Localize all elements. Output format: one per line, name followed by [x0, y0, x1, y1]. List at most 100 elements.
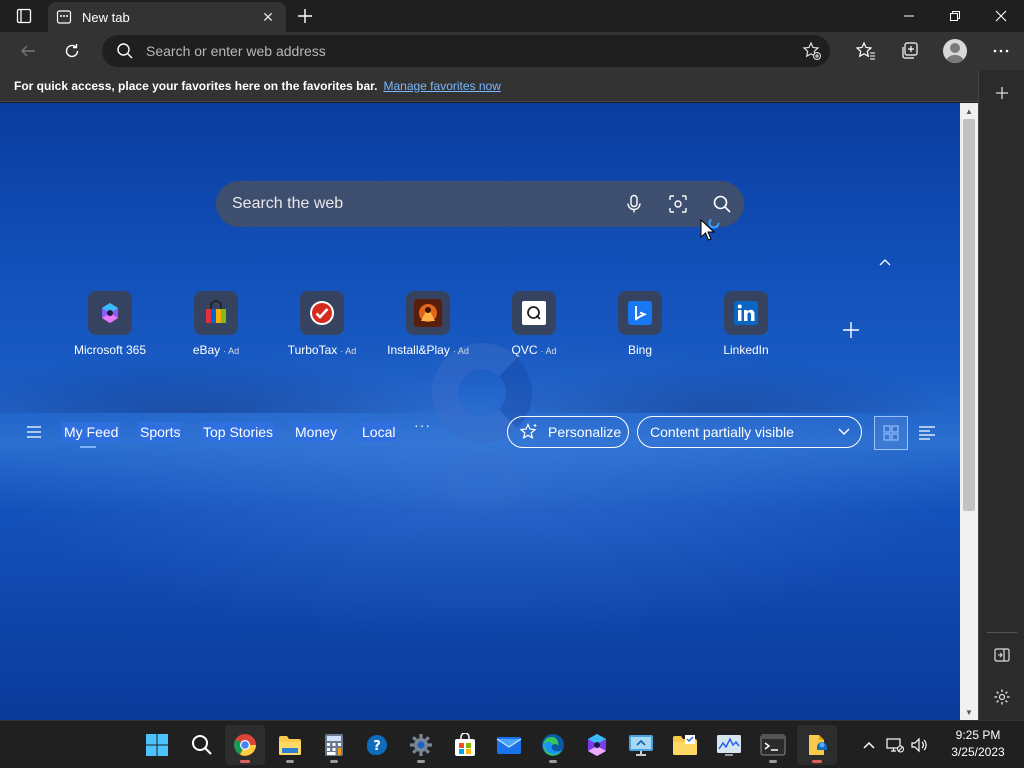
sidebar-add-button[interactable]	[987, 78, 1017, 108]
back-button[interactable]	[10, 35, 46, 67]
sidebar-divider	[987, 632, 1017, 633]
folder-icon	[279, 736, 301, 755]
tab-close-icon[interactable]: ✕	[258, 7, 278, 27]
grid-icon	[883, 425, 899, 441]
tab-actions-button[interactable]	[6, 0, 42, 32]
terminal-icon	[760, 734, 786, 756]
show-hidden-icons-button[interactable]	[855, 725, 883, 765]
refresh-icon	[65, 44, 79, 58]
taskbar-calculator[interactable]	[314, 725, 354, 765]
quick-link-tile	[724, 291, 768, 335]
running-indicator	[240, 760, 250, 763]
search-icon	[713, 195, 731, 213]
visual-search-button[interactable]	[656, 181, 700, 227]
hamburger-icon	[27, 426, 41, 438]
page-scrollbar[interactable]: ▲ ▼	[960, 103, 978, 720]
scroll-thumb[interactable]	[963, 119, 975, 511]
refresh-button[interactable]	[54, 35, 90, 67]
web-search-box[interactable]: Search the web	[216, 181, 744, 227]
taskbar-get-help[interactable]: ?	[357, 725, 397, 765]
sparkle-star-icon	[520, 423, 537, 440]
feed-more-button[interactable]: ···	[414, 417, 431, 433]
voice-search-button[interactable]	[612, 181, 656, 227]
star-add-icon	[802, 41, 821, 60]
window-controls	[886, 0, 1024, 32]
avatar	[943, 39, 967, 63]
taskbar-file-explorer[interactable]	[270, 725, 310, 765]
scroll-down-arrow-icon[interactable]: ▼	[960, 704, 978, 720]
windows-logo-icon	[146, 734, 168, 756]
clock-time: 9:25 PM	[955, 728, 1001, 742]
list-layout-button[interactable]	[916, 422, 938, 444]
quick-link-qvc[interactable]: QVC · Ad	[484, 291, 584, 371]
sidebar-settings-button[interactable]	[987, 682, 1017, 712]
taskbar-resource-monitor[interactable]	[709, 725, 749, 765]
new-tab-button[interactable]	[292, 4, 318, 28]
quick-link-bing[interactable]: Bing	[590, 291, 690, 371]
turbotax-icon	[310, 301, 334, 325]
speaker-icon	[911, 737, 927, 753]
taskbar-terminal[interactable]	[753, 725, 793, 765]
network-button[interactable]	[883, 725, 907, 765]
taskbar-settings[interactable]	[401, 725, 441, 765]
personalize-button[interactable]: Personalize	[507, 416, 629, 448]
quick-link-install-play[interactable]: Install&Play · Ad	[378, 291, 478, 371]
content-visibility-dropdown[interactable]: Content partially visible	[637, 416, 862, 448]
mouse-cursor-icon	[700, 219, 720, 241]
quick-link-microsoft-365[interactable]: Microsoft 365	[60, 291, 160, 371]
microsoft-365-icon	[102, 303, 118, 323]
taskbar-edge[interactable]	[533, 725, 573, 765]
address-input[interactable]: Search or enter web address	[146, 43, 794, 59]
edge-icon	[542, 734, 564, 756]
manage-favorites-link[interactable]: Manage favorites now	[383, 79, 500, 93]
profile-button[interactable]	[932, 35, 978, 67]
collections-button[interactable]	[888, 35, 932, 67]
system-tray	[855, 721, 931, 768]
add-quick-link-button[interactable]	[838, 317, 864, 343]
feed-tab-sports[interactable]: Sports	[138, 422, 183, 442]
favorites-bar: For quick access, place your favorites h…	[0, 70, 978, 102]
taskbar-file-transfer[interactable]	[797, 725, 837, 765]
close-window-button[interactable]	[978, 0, 1024, 32]
address-bar[interactable]: Search or enter web address	[102, 35, 830, 67]
hide-sidebar-button[interactable]	[987, 640, 1017, 670]
collapse-quick-links-button[interactable]	[874, 251, 896, 273]
quick-link-ebay[interactable]: eBay · Ad	[166, 291, 266, 371]
feed-tab-money[interactable]: Money	[293, 422, 340, 442]
start-button[interactable]	[137, 725, 177, 765]
quick-link-linkedin[interactable]: LinkedIn	[696, 291, 796, 371]
feed-menu-button[interactable]	[24, 422, 44, 442]
running-indicator	[769, 760, 777, 763]
taskbar-mail[interactable]	[489, 725, 529, 765]
new-tab-page-icon	[56, 10, 72, 24]
feed-tab-local[interactable]: Local	[360, 422, 398, 442]
taskbar-sticky-folder[interactable]	[665, 725, 705, 765]
minimize-button[interactable]	[886, 0, 932, 32]
quick-link-tile	[300, 291, 344, 335]
taskbar-clock[interactable]: 9:25 PM 3/25/2023	[940, 727, 1016, 761]
taskbar-search-button[interactable]	[182, 725, 222, 765]
web-search-input[interactable]: Search the web	[232, 195, 612, 213]
toolbar-right	[844, 32, 1024, 70]
tab-actions-icon	[16, 8, 32, 24]
clock-date: 3/25/2023	[951, 745, 1005, 759]
feed-tab-my-feed[interactable]: My Feed	[62, 422, 121, 448]
grid-layout-button[interactable]	[874, 416, 908, 450]
scroll-up-arrow-icon[interactable]: ▲	[960, 103, 978, 119]
feed-tab-top-stories[interactable]: Top Stories	[201, 422, 276, 442]
restore-button[interactable]	[932, 0, 978, 32]
taskbar-microsoft-store[interactable]	[445, 725, 485, 765]
visual-search-icon	[669, 195, 687, 213]
collections-icon	[902, 42, 918, 59]
microphone-icon	[627, 194, 641, 213]
taskbar-copilot[interactable]	[577, 725, 617, 765]
quick-link-turbotax[interactable]: TurboTax · Ad	[272, 291, 372, 371]
settings-more-button[interactable]	[978, 35, 1024, 67]
favorites-button[interactable]	[844, 35, 888, 67]
tab-new-tab[interactable]: New tab ✕	[48, 2, 286, 32]
quick-link-label: Microsoft 365	[73, 343, 147, 357]
taskbar-chrome[interactable]	[225, 725, 265, 765]
add-favorite-button[interactable]	[794, 35, 830, 67]
taskbar-remote-desktop[interactable]	[621, 725, 661, 765]
volume-button[interactable]	[907, 725, 931, 765]
